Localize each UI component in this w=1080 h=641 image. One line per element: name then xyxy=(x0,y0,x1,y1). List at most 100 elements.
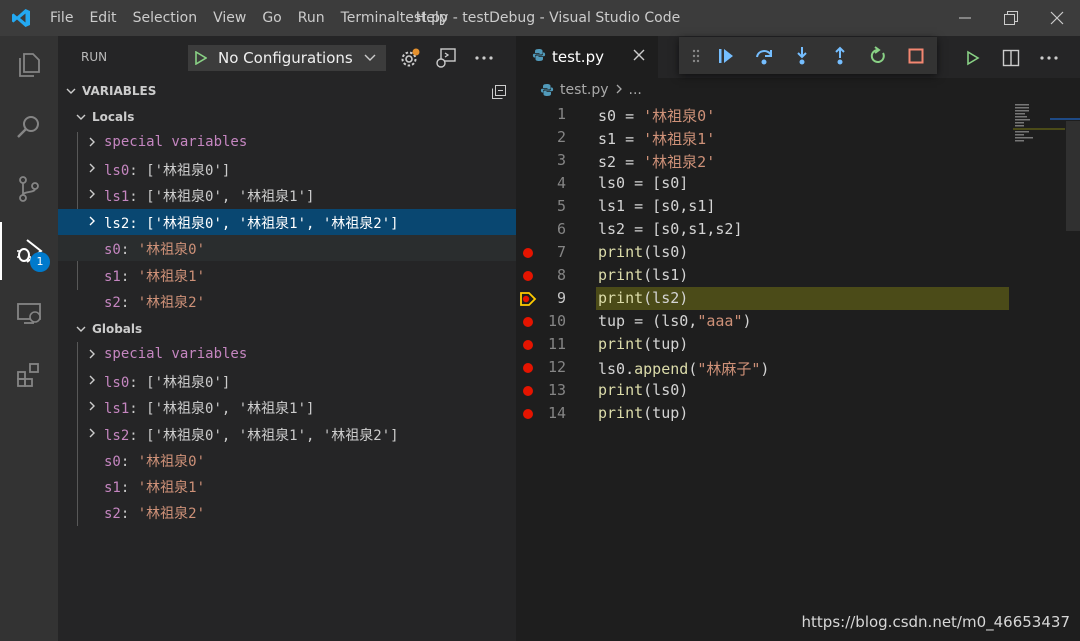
breakpoint-gutter[interactable] xyxy=(516,195,540,218)
breakpoint-gutter[interactable] xyxy=(516,264,540,287)
variable-value: '林祖泉0' xyxy=(137,242,206,258)
code-line[interactable]: 10 tup = (ls0,"aaa") xyxy=(516,310,1080,333)
minimize-button[interactable] xyxy=(942,0,988,36)
variable-row[interactable]: ls0: ['林祖泉0'] xyxy=(58,368,516,394)
run-debug-activity[interactable]: 1 xyxy=(0,222,58,280)
restore-button[interactable] xyxy=(988,0,1034,36)
tab-test-py[interactable]: test.py xyxy=(516,36,658,78)
breakpoint-gutter[interactable] xyxy=(516,241,540,264)
variable-row[interactable]: s1: '林祖泉1' xyxy=(58,262,516,288)
menu-go[interactable]: Go xyxy=(254,0,289,36)
code-line[interactable]: 14 print(tup) xyxy=(516,402,1080,425)
breakpoint-gutter[interactable] xyxy=(516,333,540,356)
remote-explorer-activity[interactable] xyxy=(0,284,58,342)
restart-button[interactable] xyxy=(859,41,897,71)
more-actions-button[interactable] xyxy=(472,46,496,70)
menu-selection[interactable]: Selection xyxy=(125,0,206,36)
open-launch-json-button[interactable] xyxy=(398,46,422,70)
close-window-button[interactable] xyxy=(1034,0,1080,36)
breakpoint-gutter[interactable] xyxy=(516,310,540,333)
breakpoint-icon[interactable] xyxy=(523,316,533,327)
menu-view[interactable]: View xyxy=(205,0,254,36)
variable-row[interactable]: ls0: ['林祖泉0'] xyxy=(58,156,516,182)
breakpoint-gutter[interactable] xyxy=(516,356,540,379)
step-into-button[interactable] xyxy=(783,41,821,71)
variable-row[interactable]: special variables xyxy=(58,130,516,156)
variable-row[interactable]: ls1: ['林祖泉0', '林祖泉1'] xyxy=(58,394,516,420)
globals-label: Globals xyxy=(92,322,143,336)
variable-row[interactable]: s2: '林祖泉2' xyxy=(58,499,516,525)
breakpoint-icon[interactable] xyxy=(523,385,533,396)
breakpoint-icon[interactable] xyxy=(523,247,533,258)
code-line[interactable]: 3 s2 = '林祖泉2' xyxy=(516,149,1080,172)
breakpoint-icon[interactable] xyxy=(523,408,533,419)
variable-row[interactable]: s0: '林祖泉0' xyxy=(58,447,516,473)
drag-handle-icon[interactable] xyxy=(685,49,707,63)
locals-scope[interactable]: Locals xyxy=(58,104,516,130)
minimap[interactable] xyxy=(1013,103,1065,143)
breakpoint-gutter[interactable] xyxy=(516,149,540,172)
breakpoint-icon[interactable] xyxy=(523,339,533,350)
split-editor-button[interactable] xyxy=(998,45,1024,71)
source-control-activity[interactable] xyxy=(0,160,58,218)
code-line[interactable]: 6 ls2 = [s0,s1,s2] xyxy=(516,218,1080,241)
step-over-button[interactable] xyxy=(745,41,783,71)
variable-row[interactable]: s2: '林祖泉2' xyxy=(58,288,516,314)
variable-row[interactable]: s0: '林祖泉0' xyxy=(58,235,516,261)
variable-row[interactable]: ls2: ['林祖泉0', '林祖泉1', '林祖泉2'] xyxy=(58,421,516,447)
breakpoint-icon[interactable] xyxy=(523,362,533,373)
code-line[interactable]: 8 print(ls1) xyxy=(516,264,1080,287)
code-line[interactable]: 4 ls0 = [s0] xyxy=(516,172,1080,195)
close-tab-icon[interactable] xyxy=(632,48,646,66)
search-activity[interactable] xyxy=(0,98,58,156)
code-line[interactable]: 2 s1 = '林祖泉1' xyxy=(516,126,1080,149)
variable-row[interactable]: s1: '林祖泉1' xyxy=(58,473,516,499)
code-line[interactable]: 7 print(ls0) xyxy=(516,241,1080,264)
code-line[interactable]: 12 ls0.append("林麻子") xyxy=(516,356,1080,379)
breakpoint-gutter[interactable] xyxy=(516,126,540,149)
title-bar: File Edit Selection View Go Run Terminal… xyxy=(0,0,1080,36)
configuration-dropdown[interactable]: No Configurations xyxy=(188,45,386,71)
breakpoint-gutter[interactable] xyxy=(516,402,540,425)
breakpoint-gutter[interactable] xyxy=(516,218,540,241)
extensions-activity[interactable] xyxy=(0,346,58,404)
split-editor-icon xyxy=(1002,49,1020,67)
variable-row[interactable]: special variables xyxy=(58,342,516,368)
breakpoint-gutter[interactable] xyxy=(516,172,540,195)
breakpoint-icon[interactable] xyxy=(523,270,533,281)
extensions-icon xyxy=(17,363,39,387)
code-token: '林祖泉0' xyxy=(643,107,716,125)
menu-edit[interactable]: Edit xyxy=(81,0,124,36)
step-out-button[interactable] xyxy=(821,41,859,71)
editor-more-actions-button[interactable] xyxy=(1036,45,1062,71)
editor-scrollbar[interactable] xyxy=(1066,121,1080,231)
menu-terminal[interactable]: Terminal xyxy=(333,0,408,36)
collapse-all-icon[interactable] xyxy=(491,84,507,104)
breakpoint-gutter[interactable] xyxy=(516,103,540,126)
menu-file[interactable]: File xyxy=(42,0,81,36)
variable-name: s0 xyxy=(104,242,121,258)
start-debugging-icon[interactable] xyxy=(189,51,213,65)
continue-button[interactable] xyxy=(707,41,745,71)
globals-scope[interactable]: Globals xyxy=(58,316,516,342)
breakpoint-gutter[interactable] xyxy=(516,379,540,402)
breadcrumb-file[interactable]: test.py xyxy=(560,82,609,98)
breadcrumb-symbol[interactable]: ... xyxy=(629,82,642,98)
minimize-icon xyxy=(959,17,971,19)
variables-section-header[interactable]: VARIABLES xyxy=(58,78,516,104)
explorer-activity[interactable] xyxy=(0,36,58,94)
code-line[interactable]: 11 print(tup) xyxy=(516,333,1080,356)
menu-help[interactable]: Help xyxy=(408,0,456,36)
code-line[interactable]: 9 print(ls2) xyxy=(516,287,1080,310)
run-python-file-button[interactable] xyxy=(960,45,986,71)
code-line[interactable]: 1 s0 = '林祖泉0' xyxy=(516,103,1080,126)
variable-row-selected[interactable]: ls2: ['林祖泉0', '林祖泉1', '林祖泉2'] xyxy=(58,209,516,235)
debug-console-button[interactable] xyxy=(434,46,458,70)
code-line[interactable]: 5 ls1 = [s0,s1] xyxy=(516,195,1080,218)
stop-button[interactable] xyxy=(897,41,935,71)
variable-value: ['林祖泉0', '林祖泉1'] xyxy=(146,401,315,417)
variable-row[interactable]: ls1: ['林祖泉0', '林祖泉1'] xyxy=(58,182,516,208)
breakpoint-gutter[interactable] xyxy=(516,287,540,310)
menu-run[interactable]: Run xyxy=(290,0,333,36)
code-line[interactable]: 13 print(ls0) xyxy=(516,379,1080,402)
